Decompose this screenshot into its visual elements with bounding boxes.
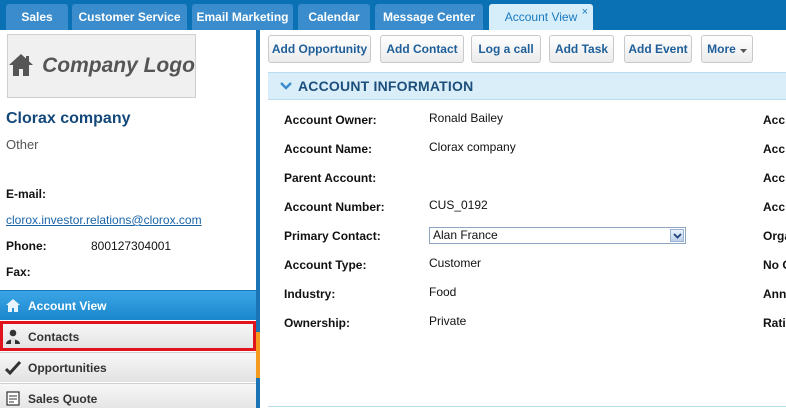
button-label: More: [707, 42, 736, 56]
tab-email-marketing[interactable]: Email Marketing: [192, 4, 293, 30]
tab-customer-service[interactable]: Customer Service: [72, 4, 187, 30]
company-name: Clorax company: [6, 110, 131, 127]
chevron-down-icon[interactable]: [670, 229, 684, 242]
tab-label: Message Center: [382, 10, 476, 24]
tab-sales[interactable]: Sales: [6, 4, 68, 30]
splitter-handle[interactable]: [256, 332, 260, 378]
tab-account-view[interactable]: Account View ×: [489, 4, 593, 30]
primary-contact-select[interactable]: Alan France: [429, 227, 686, 244]
nav-label: Account View: [28, 298, 107, 313]
section-divider: [268, 406, 786, 407]
account-owner-label: Account Owner:: [284, 113, 377, 127]
tab-label: Customer Service: [78, 10, 181, 24]
tab-label: Sales: [21, 10, 53, 24]
account-sidebar: Company Logo Clorax company Other E-mail…: [0, 30, 256, 408]
add-opportunity-button[interactable]: Add Opportunity: [268, 35, 371, 63]
close-icon[interactable]: ×: [582, 6, 588, 18]
top-tab-bar: Sales Customer Service Email Marketing C…: [0, 0, 786, 30]
more-dropdown-button[interactable]: More: [701, 35, 753, 63]
right-field-label: No C: [763, 258, 786, 272]
email-link[interactable]: clorox.investor.relations@clorox.com: [6, 213, 202, 227]
right-field-label: Acc: [763, 142, 786, 156]
account-number-value: CUS_0192: [429, 198, 488, 212]
right-field-label: Acc: [763, 200, 786, 214]
button-label: Add Opportunity: [271, 42, 368, 56]
right-field-label: Annu: [763, 287, 786, 301]
industry-value: Food: [429, 285, 457, 299]
account-information-header[interactable]: ACCOUNT INFORMATION: [268, 72, 786, 100]
tab-message-center[interactable]: Message Center: [375, 4, 483, 30]
quote-icon: [5, 391, 21, 407]
right-field-label: Orga: [763, 229, 786, 243]
phone-label: Phone:: [6, 239, 47, 253]
right-field-label: Acc: [763, 171, 786, 185]
account-name-label: Account Name:: [284, 142, 373, 156]
tab-label: Account View: [504, 10, 578, 24]
add-event-button[interactable]: Add Event: [624, 35, 692, 63]
nav-label: Opportunities: [28, 360, 107, 375]
home-icon: [5, 298, 21, 314]
nav-label: Contacts: [28, 329, 80, 344]
parent-account-label: Parent Account:: [284, 171, 377, 185]
log-a-call-button[interactable]: Log a call: [471, 35, 541, 63]
right-field-label: Acc: [763, 113, 786, 127]
caret-down-icon: [739, 42, 747, 56]
tab-label: Email Marketing: [196, 10, 289, 24]
add-contact-button[interactable]: Add Contact: [380, 35, 464, 63]
button-label: Log a call: [478, 42, 534, 56]
nav-label: Sales Quote: [28, 391, 98, 406]
action-toolbar: Add Opportunity Add Contact Log a call A…: [260, 30, 786, 70]
button-label: Add Event: [628, 42, 688, 56]
fax-label: Fax:: [6, 265, 31, 279]
add-task-button[interactable]: Add Task: [549, 35, 614, 63]
logo-text: Company Logo: [42, 54, 195, 77]
ownership-label: Ownership:: [284, 316, 351, 330]
industry-label: Industry:: [284, 287, 336, 301]
nav-account-view[interactable]: Account View: [0, 290, 256, 320]
primary-contact-value: Alan France: [433, 228, 498, 242]
account-type-value: Customer: [429, 256, 482, 270]
nav-contacts[interactable]: Contacts: [0, 321, 256, 351]
section-title: ACCOUNT INFORMATION: [298, 78, 474, 94]
ownership-value: Private: [429, 314, 467, 328]
nav-opportunities[interactable]: Opportunities: [0, 352, 256, 382]
primary-contact-label: Primary Contact:: [284, 229, 381, 243]
home-icon: [8, 53, 34, 80]
checkmark-icon: [5, 360, 21, 376]
chevron-down-icon: [280, 79, 292, 93]
button-label: Add Task: [554, 42, 609, 56]
company-logo: Company Logo: [7, 34, 196, 98]
account-owner-value: Ronald Bailey: [429, 111, 504, 125]
right-field-label: Rati: [763, 316, 786, 330]
tab-calendar[interactable]: Calendar: [298, 4, 370, 30]
button-label: Add Contact: [386, 42, 458, 56]
contacts-icon: [5, 329, 21, 345]
account-type-label: Account Type:: [284, 258, 367, 272]
phone-value: 800127304001: [91, 239, 172, 253]
email-label: E-mail:: [6, 187, 47, 201]
tab-label: Calendar: [308, 10, 360, 24]
account-name-value: Clorax company: [429, 140, 516, 154]
nav-sales-quote[interactable]: Sales Quote: [0, 383, 256, 408]
company-type: Other: [6, 137, 39, 152]
account-number-label: Account Number:: [284, 200, 385, 214]
